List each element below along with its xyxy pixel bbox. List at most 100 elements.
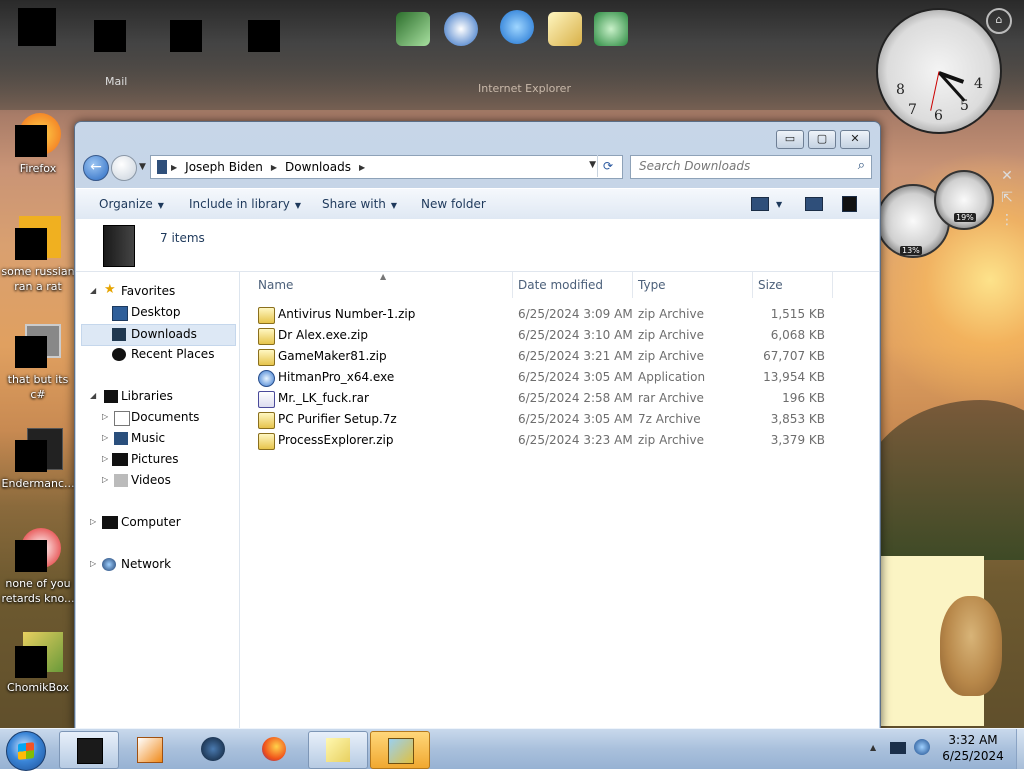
dock-messenger-icon[interactable] <box>594 12 628 46</box>
hamster-gadget[interactable] <box>940 596 1002 696</box>
breadcrumb-separator-icon[interactable]: ▶ <box>167 163 181 172</box>
file-size: 67,707 KB <box>763 349 825 363</box>
maximize-button[interactable]: ▢ <box>808 130 836 149</box>
preview-pane-icon[interactable] <box>805 197 823 211</box>
nav-pictures[interactable]: ▷ Pictures <box>76 450 236 470</box>
file-row[interactable]: HitmanPro_x64.exe 6/25/2024 3:05 AM Appl… <box>240 367 879 388</box>
file-row[interactable]: Mr._LK_fuck.rar 6/25/2024 2:58 AM rar Ar… <box>240 388 879 409</box>
include-in-library-button[interactable]: Include in library ▼ <box>189 197 301 211</box>
column-size[interactable]: Size <box>758 278 783 292</box>
expand-triangle-icon[interactable]: ◢ <box>90 286 96 295</box>
file-row[interactable]: ProcessExplorer.zip 6/25/2024 3:23 AM zi… <box>240 430 879 451</box>
dock-app-icon[interactable] <box>396 12 430 46</box>
collapse-triangle-icon[interactable]: ▷ <box>102 475 108 484</box>
taskbar-archive-app[interactable] <box>370 731 430 769</box>
nav-desktop[interactable]: Desktop <box>76 303 236 323</box>
clock-number: 8 <box>896 82 905 98</box>
breadcrumb-separator-icon[interactable]: ▶ <box>267 163 281 172</box>
dock-folder-icon[interactable] <box>548 12 582 46</box>
desktop-icon-label: none of you retards kno... <box>1 577 75 605</box>
file-row[interactable]: Dr Alex.exe.zip 6/25/2024 3:10 AM zip Ar… <box>240 325 879 346</box>
documents-icon <box>114 411 130 426</box>
desktop-icon-chomikbox[interactable]: ChomikBox <box>0 632 76 695</box>
desktop-icon-endermanch[interactable]: Endermanc... <box>0 428 76 491</box>
nav-documents[interactable]: ▷ Documents <box>76 408 236 428</box>
nav-downloads[interactable]: Downloads <box>81 324 236 346</box>
gadget-close-icon[interactable]: ✕ <box>997 168 1017 188</box>
nav-favorites[interactable]: ◢ ★ Favorites <box>76 282 236 302</box>
column-date-modified[interactable]: Date modified <box>518 278 603 292</box>
change-view-icon[interactable] <box>751 197 769 211</box>
collapse-triangle-icon[interactable]: ▷ <box>102 433 108 442</box>
nav-videos[interactable]: ▷ Videos <box>76 471 236 491</box>
start-button[interactable] <box>6 731 46 771</box>
organize-button[interactable]: Organize ▼ <box>99 197 164 211</box>
nav-libraries[interactable]: ◢ Libraries <box>76 387 236 407</box>
toolbox-icon[interactable]: ⌂ <box>986 8 1012 34</box>
refresh-button[interactable]: ⟳ <box>597 155 618 177</box>
taskbar-explorer[interactable] <box>59 731 119 769</box>
file-type: Application <box>638 370 706 384</box>
file-row[interactable]: Antivirus Number-1.zip 6/25/2024 3:09 AM… <box>240 304 879 325</box>
app-icon <box>258 370 275 387</box>
desktop-icon-firefox[interactable]: Firefox <box>0 113 76 176</box>
view-dropdown-icon[interactable]: ▼ <box>776 200 782 209</box>
include-in-library-label: Include in library <box>189 197 290 211</box>
gadget-resize-icon[interactable]: ⇱ <box>997 190 1017 210</box>
address-dropdown-icon[interactable]: ▼ <box>589 160 596 170</box>
taskbar-media-player[interactable] <box>120 731 178 767</box>
search-input[interactable]: Search Downloads ⌕ <box>630 155 872 179</box>
nav-computer[interactable]: ▷ Computer <box>76 513 236 533</box>
forward-button[interactable] <box>111 155 137 181</box>
dock-label-mail: Mail <box>105 75 128 88</box>
show-desktop-button[interactable] <box>1016 729 1024 769</box>
file-row[interactable]: GameMaker81.zip 6/25/2024 3:21 AM zip Ar… <box>240 346 879 367</box>
taskbar-globe-app[interactable] <box>184 731 242 767</box>
taskbar-firefox[interactable] <box>245 731 303 767</box>
recent-pages-chevron-icon[interactable]: ▼ <box>139 162 146 172</box>
taskbar-sticky-notes[interactable] <box>308 731 368 769</box>
collapse-triangle-icon[interactable]: ▷ <box>102 454 108 463</box>
collapse-triangle-icon[interactable]: ▷ <box>90 559 96 568</box>
desktop-icon-retards[interactable]: none of you retards kno... <box>0 528 76 606</box>
breadcrumb-joseph-biden[interactable]: Joseph Biden <box>181 160 267 174</box>
desktop-icon-csharp[interactable]: that but its c# <box>0 324 76 402</box>
internet-explorer-icon[interactable] <box>500 10 534 44</box>
clock-gadget[interactable]: 8 7 6 5 4 <box>876 8 1002 134</box>
gadget-drag-icon[interactable]: ⋮ <box>997 212 1017 232</box>
nav-recent-places[interactable]: Recent Places <box>76 345 236 365</box>
star-icon: ★ <box>104 282 116 297</box>
nav-network[interactable]: ▷ Network <box>76 555 236 575</box>
column-divider[interactable] <box>632 272 633 298</box>
back-button[interactable]: ← <box>83 155 109 181</box>
file-row[interactable]: PC Purifier Setup.7z 6/25/2024 3:05 AM 7… <box>240 409 879 430</box>
memory-gauge[interactable]: 19% <box>934 170 994 230</box>
file-date: 6/25/2024 3:10 AM <box>518 328 633 342</box>
search-icon[interactable]: ⌕ <box>858 158 865 173</box>
nav-music[interactable]: ▷ Music <box>76 429 236 449</box>
dock-globe-icon[interactable] <box>444 12 478 46</box>
breadcrumb-separator-icon[interactable]: ▶ <box>355 163 369 172</box>
column-type[interactable]: Type <box>638 278 666 292</box>
column-divider[interactable] <box>832 272 833 298</box>
share-with-button[interactable]: Share with ▼ <box>322 197 397 211</box>
help-icon[interactable] <box>842 196 857 212</box>
new-folder-button[interactable]: New folder <box>421 197 486 211</box>
desktop-icon-russian-rat[interactable]: some russian ran a rat <box>0 216 76 294</box>
breadcrumb-downloads[interactable]: Downloads <box>281 160 355 174</box>
address-bar[interactable]: ▶ Joseph Biden ▶ Downloads ▶ ▼ <box>150 155 623 179</box>
column-divider[interactable] <box>512 272 513 298</box>
close-button[interactable]: ✕ <box>840 130 870 149</box>
collapse-triangle-icon[interactable]: ▷ <box>102 412 108 421</box>
volume-tray-icon[interactable] <box>914 739 930 755</box>
column-name[interactable]: Name <box>258 278 293 292</box>
window-stack-icon <box>15 324 61 370</box>
collapse-triangle-icon[interactable]: ▷ <box>90 517 96 526</box>
clock-tray[interactable]: 3:32 AM 6/25/2024 <box>930 732 1016 764</box>
minimize-button[interactable]: ▭ <box>776 130 804 149</box>
expand-triangle-icon[interactable]: ◢ <box>90 391 96 400</box>
column-divider[interactable] <box>752 272 753 298</box>
globe-icon <box>201 737 225 761</box>
show-hidden-icons-icon[interactable]: ▲ <box>870 743 876 783</box>
network-tray-icon[interactable] <box>890 742 906 754</box>
